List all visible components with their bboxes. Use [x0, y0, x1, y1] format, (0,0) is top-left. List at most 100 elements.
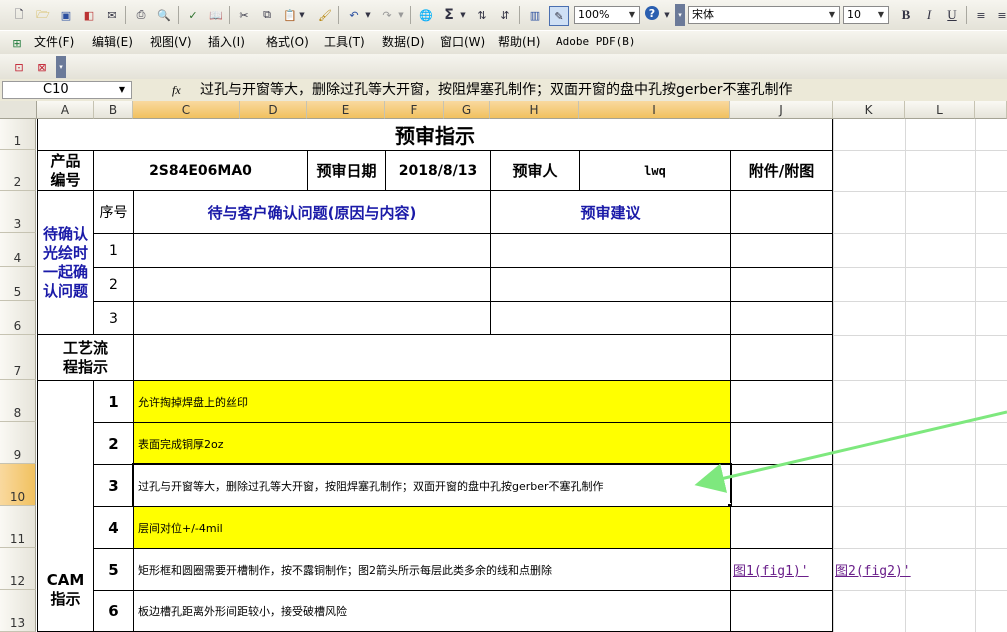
sort-ascending-icon[interactable]: ⇅: [473, 6, 491, 24]
menu-tools[interactable]: 工具(T): [320, 33, 369, 51]
chart-wizard-icon[interactable]: ▥: [526, 6, 544, 24]
menu-help[interactable]: 帮助(H): [494, 33, 544, 51]
cam-item-text[interactable]: 层间对位+/-4mil: [133, 506, 731, 549]
chevron-down-icon[interactable]: ▼: [396, 6, 406, 24]
question-cell[interactable]: [133, 267, 491, 302]
italic-button[interactable]: I: [920, 6, 938, 24]
new-icon[interactable]: 🗋: [10, 6, 28, 24]
cam-item-no[interactable]: 5: [93, 548, 134, 591]
col-header-j[interactable]: J: [730, 101, 833, 119]
menu-file[interactable]: 文件(F): [30, 33, 78, 51]
menu-edit[interactable]: 编辑(E): [88, 33, 137, 51]
select-all-corner[interactable]: [0, 101, 37, 119]
name-box[interactable]: C10 ▼: [2, 81, 132, 99]
attachment-cell[interactable]: [730, 590, 833, 632]
cam-label[interactable]: CAM指示: [37, 380, 94, 632]
sort-descending-icon[interactable]: ⇵: [496, 6, 514, 24]
align-left-icon[interactable]: ≡: [972, 6, 990, 24]
format-painter-icon[interactable]: 🖌: [316, 6, 334, 24]
redo-icon[interactable]: ↷: [378, 6, 396, 24]
col-header-d[interactable]: D: [240, 101, 307, 119]
col-header-c[interactable]: C: [133, 101, 240, 119]
question-seq[interactable]: 2: [93, 267, 134, 302]
menu-adobe-pdf[interactable]: Adobe PDF(B): [552, 33, 639, 51]
suggestion-cell[interactable]: [490, 233, 731, 268]
link-fig1[interactable]: 图1(fig1)': [733, 560, 809, 579]
toolbar-options-icon[interactable]: ▾: [675, 4, 685, 26]
chevron-down-icon[interactable]: ▼: [297, 6, 307, 24]
col-header-b[interactable]: B: [94, 101, 133, 119]
pdf-email-icon[interactable]: ⊠: [33, 58, 51, 76]
research-icon[interactable]: 📖: [207, 6, 225, 24]
formula-input[interactable]: 过孔与开窗等大，删除过孔等大开窗，按阻焊塞孔制作；双面开窗的盘中孔按gerber…: [196, 81, 1007, 99]
attachment-label[interactable]: 附件/附图: [730, 150, 833, 191]
cam-item-no[interactable]: 2: [93, 422, 134, 465]
suggestion-cell[interactable]: [490, 301, 731, 336]
col-header-h[interactable]: H: [490, 101, 579, 119]
row-header-2[interactable]: 2: [0, 150, 36, 191]
col-header-g[interactable]: G: [444, 101, 490, 119]
confirm-section-label[interactable]: 待确认光绘时一起确认问题: [37, 190, 94, 335]
col-header-f[interactable]: F: [385, 101, 444, 119]
pdf-convert-icon[interactable]: ⊡: [10, 58, 28, 76]
menu-format[interactable]: 格式(O): [262, 33, 313, 51]
drawing-icon[interactable]: ✎: [549, 6, 569, 26]
menu-data[interactable]: 数据(D): [378, 33, 429, 51]
product-no-label[interactable]: 产品编号: [37, 150, 94, 191]
row-header-8[interactable]: 8: [0, 380, 36, 422]
attachment-cell[interactable]: [730, 267, 833, 302]
chevron-down-icon[interactable]: ▼: [825, 7, 839, 23]
product-no-value[interactable]: 2S84E06MA0: [93, 150, 308, 191]
menu-insert[interactable]: 插入(I): [204, 33, 249, 51]
attachment-cell[interactable]: 图1(fig1)': [730, 548, 833, 591]
cam-item-no[interactable]: 1: [93, 380, 134, 423]
row-header-5[interactable]: 5: [0, 267, 36, 301]
permission-icon[interactable]: ◧: [80, 6, 98, 24]
email-icon[interactable]: ✉: [103, 6, 121, 24]
question-cell[interactable]: [133, 233, 491, 268]
row-header-7[interactable]: 7: [0, 335, 36, 380]
align-center-icon[interactable]: ≡: [993, 6, 1007, 24]
row-header-9[interactable]: 9: [0, 422, 36, 464]
cam-item-text[interactable]: 表面完成铜厚2oz: [133, 422, 731, 465]
excel-icon[interactable]: ⊞: [8, 34, 26, 52]
question-seq[interactable]: 1: [93, 233, 134, 268]
cut-icon[interactable]: ✂: [235, 6, 253, 24]
col-header-e[interactable]: E: [307, 101, 385, 119]
attachment-cell[interactable]: [730, 334, 833, 381]
chevron-down-icon[interactable]: ▼: [363, 6, 373, 24]
print-preview-icon[interactable]: 🔍: [155, 6, 173, 24]
col-header-k[interactable]: K: [833, 101, 905, 119]
reviewer-value[interactable]: lwq: [579, 150, 731, 191]
chevron-down-icon[interactable]: ▼: [458, 6, 468, 24]
attachment-cell[interactable]: [730, 233, 833, 268]
seq-label[interactable]: 序号: [93, 190, 134, 234]
sheet-title[interactable]: 预审指示: [37, 119, 833, 150]
undo-icon[interactable]: ↶: [345, 6, 363, 24]
row-header-3[interactable]: 3: [0, 191, 36, 233]
attachment-cell[interactable]: [730, 506, 833, 549]
row-header-12[interactable]: 12: [0, 548, 36, 590]
cam-item-text[interactable]: 板边槽孔距离外形间距较小，接受破槽风险: [133, 590, 731, 632]
print-icon[interactable]: ⎙: [132, 6, 150, 24]
autosum-icon[interactable]: Σ: [440, 6, 458, 24]
underline-button[interactable]: U: [943, 6, 961, 24]
chevron-down-icon[interactable]: ▼: [119, 82, 125, 98]
font-name-select[interactable]: 宋体 ▼: [688, 6, 840, 24]
row-header-13[interactable]: 13: [0, 590, 36, 632]
row-header-1[interactable]: 1: [0, 119, 36, 150]
col-header-a[interactable]: A: [37, 101, 94, 119]
menu-window[interactable]: 窗口(W): [436, 33, 489, 51]
reviewer-label[interactable]: 预审人: [490, 150, 580, 191]
row-header-6[interactable]: 6: [0, 301, 36, 335]
question-cell[interactable]: [133, 301, 491, 336]
cam-item-no[interactable]: 6: [93, 590, 134, 632]
process-label[interactable]: 工艺流程指示: [37, 334, 134, 381]
chevron-down-icon[interactable]: ▼: [625, 7, 639, 23]
cam-item-no[interactable]: 4: [93, 506, 134, 549]
cam-item-text[interactable]: 允许掏掉焊盘上的丝印: [133, 380, 731, 423]
cam-item-text[interactable]: 矩形框和圆圈需要开槽制作，按不露铜制作；图2箭头所示每层此类多余的线和点删除: [133, 548, 731, 591]
bold-button[interactable]: B: [897, 6, 915, 24]
review-date-label[interactable]: 预审日期: [307, 150, 386, 191]
suggestion-header[interactable]: 预审建议: [490, 190, 731, 234]
